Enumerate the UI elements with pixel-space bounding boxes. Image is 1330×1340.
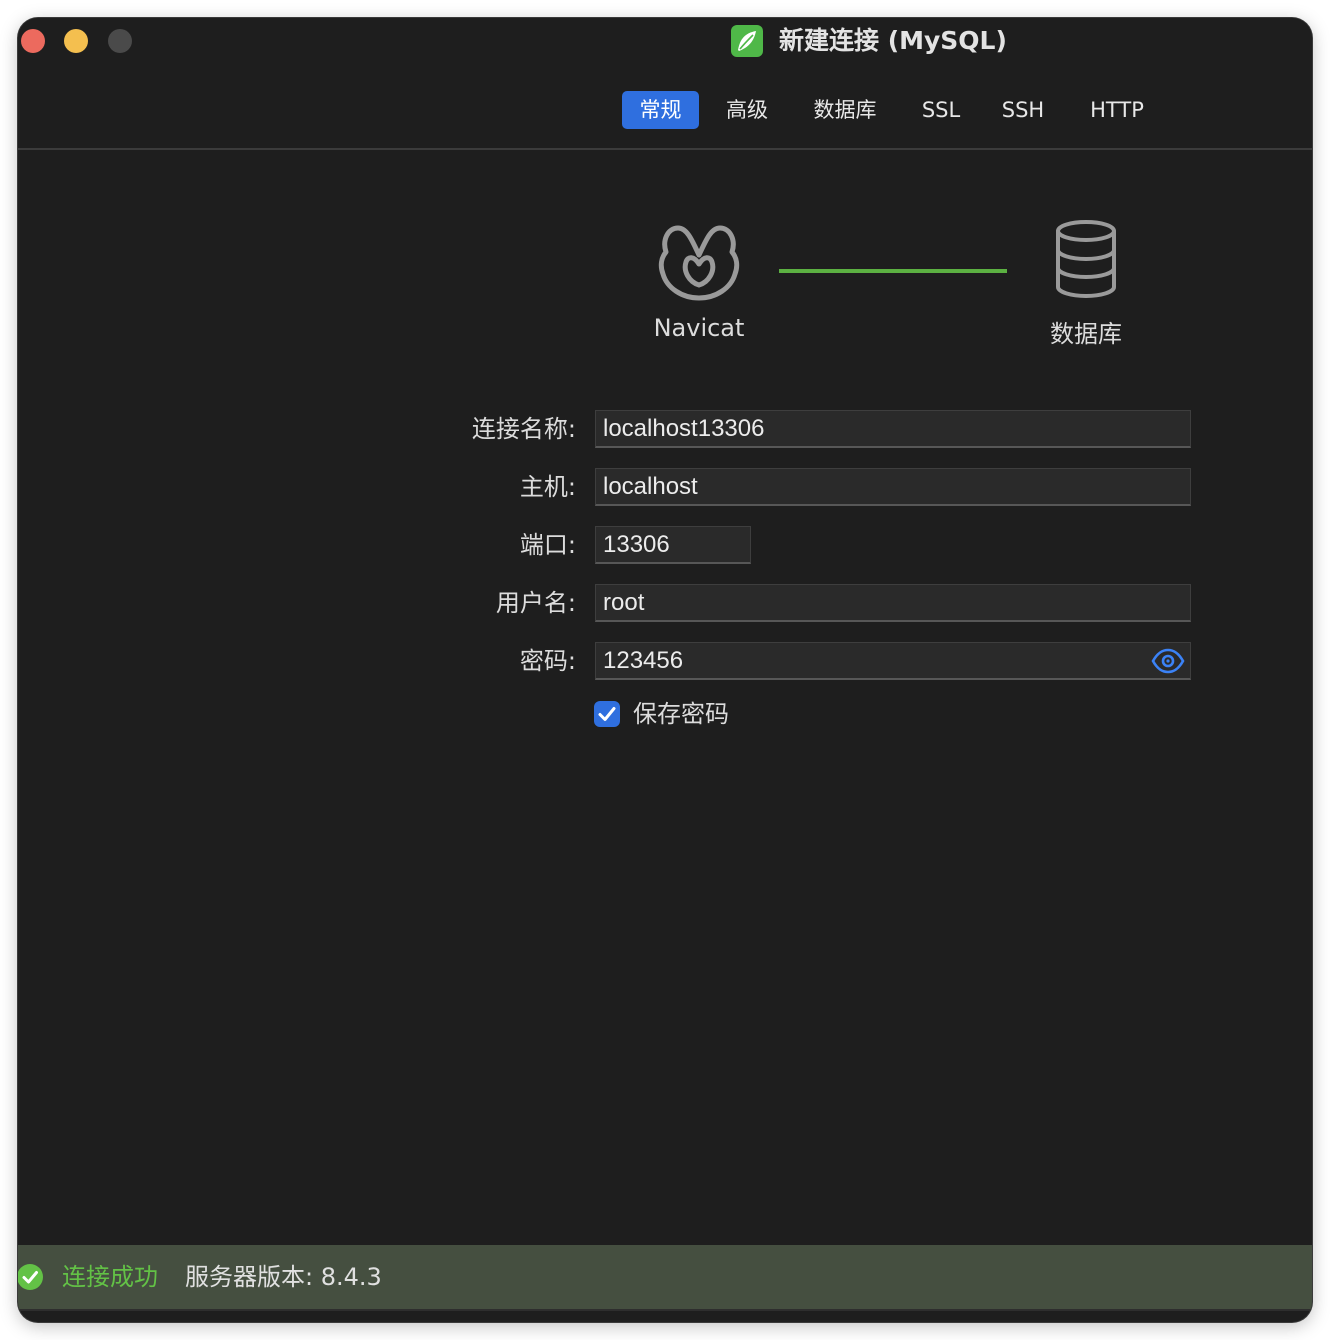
close-window-button[interactable]	[21, 29, 45, 53]
username-input[interactable]: root	[595, 584, 1191, 622]
connection-line	[779, 269, 1007, 273]
port-input[interactable]: 13306	[595, 526, 751, 564]
title-bar: 新建连接 (MySQL) 常规 高级 数据库 SSL SSH HTTP	[18, 18, 1312, 150]
navicat-leaf-icon	[731, 25, 763, 57]
port-label: 端口:	[519, 531, 576, 559]
tab-advanced[interactable]: 高级	[714, 91, 780, 129]
tab-general[interactable]: 常规	[622, 91, 699, 129]
password-label: 密码:	[519, 647, 576, 675]
save-password-checkbox[interactable]	[594, 701, 620, 727]
eye-icon[interactable]	[1151, 647, 1185, 675]
save-password-label[interactable]: 保存密码	[633, 695, 729, 733]
password-input[interactable]: 123456	[595, 642, 1191, 680]
zoom-window-button[interactable]	[108, 29, 132, 53]
status-bar: 连接成功 服务器版本: 8.4.3	[18, 1245, 1312, 1311]
connection-name-input[interactable]: localhost13306	[595, 410, 1191, 448]
window-title: 新建连接 (MySQL)	[779, 26, 1007, 55]
minimize-window-button[interactable]	[64, 29, 88, 53]
tab-http[interactable]: HTTP	[1076, 91, 1158, 129]
connection-result-text: 连接成功	[62, 1263, 158, 1291]
username-label: 用户名:	[495, 589, 576, 617]
connection-dialog: 新建连接 (MySQL) 常规 高级 数据库 SSL SSH HTTP Navi…	[18, 18, 1312, 1322]
tab-databases[interactable]: 数据库	[801, 91, 889, 129]
connection-name-label: 连接名称:	[471, 415, 576, 443]
host-label: 主机:	[519, 473, 576, 501]
tab-ssl[interactable]: SSL	[910, 91, 972, 129]
checkmark-icon	[598, 707, 616, 721]
database-label: 数据库	[1050, 320, 1122, 348]
host-input[interactable]: localhost	[595, 468, 1191, 506]
server-version-text: 服务器版本: 8.4.3	[185, 1263, 382, 1291]
tab-ssh[interactable]: SSH	[991, 91, 1055, 129]
navicat-logo-icon	[654, 216, 744, 306]
database-icon	[1053, 218, 1119, 300]
navicat-label: Navicat	[653, 314, 745, 342]
check-circle-icon	[18, 1263, 44, 1291]
